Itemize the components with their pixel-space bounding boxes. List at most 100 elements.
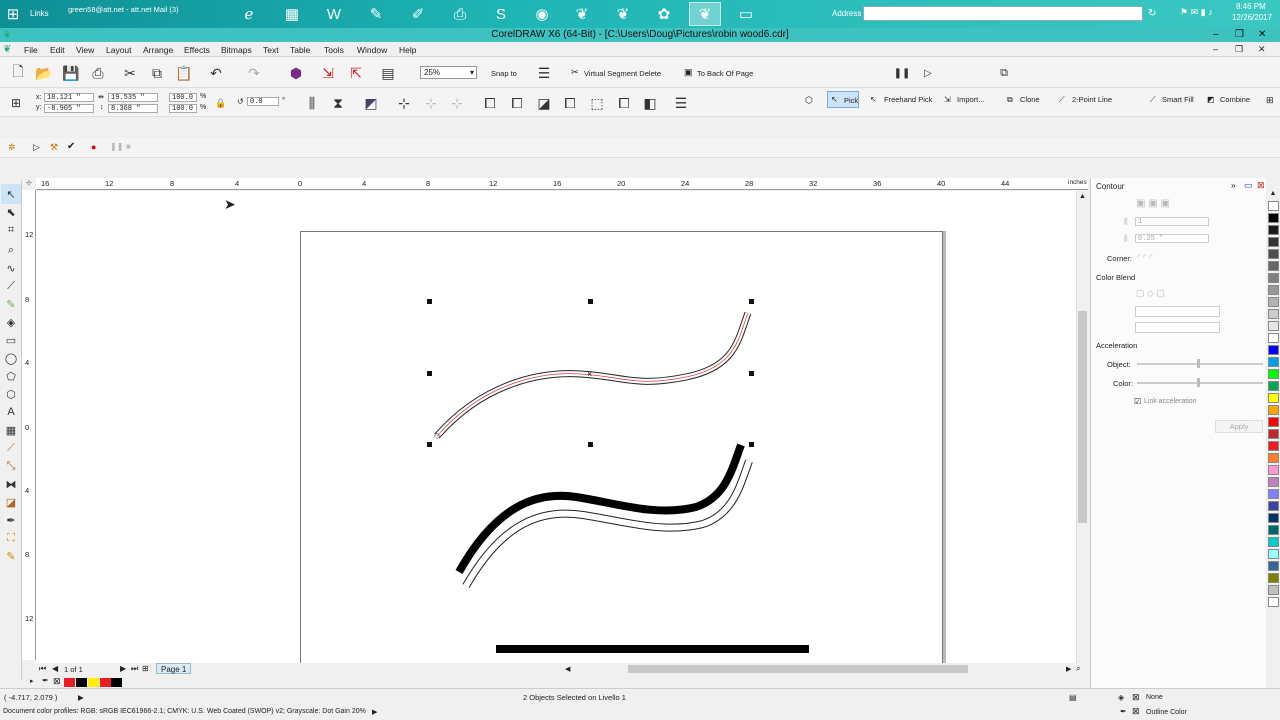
doc-restore-icon[interactable]: ❐	[1235, 44, 1243, 55]
print-icon[interactable]: ⎙	[88, 63, 108, 83]
fill-indicator-icon[interactable]: ◈	[1118, 693, 1124, 702]
copy-icon[interactable]: ⧉	[147, 63, 167, 83]
menu-bitmaps[interactable]: Bitmaps	[221, 45, 252, 55]
address-input[interactable]	[863, 6, 1143, 21]
menu-arrange[interactable]: Arrange	[143, 45, 173, 55]
pick-button[interactable]: ↖ Pick	[827, 91, 859, 108]
snagit-icon[interactable]: S	[485, 2, 517, 26]
macro-check-icon[interactable]: ✔	[67, 141, 75, 152]
scroll-up-icon[interactable]: ▲	[1079, 193, 1086, 200]
smart-fill-button[interactable]: Smart Fill	[1162, 95, 1194, 104]
scroll-left-icon[interactable]: ◀	[565, 665, 570, 673]
palette-swatch[interactable]	[1267, 369, 1279, 379]
close-icon[interactable]: ✕	[1258, 28, 1266, 42]
notepad-icon[interactable]: ▭	[730, 2, 762, 26]
front-minus-back-icon[interactable]: ⬚	[587, 93, 607, 113]
clock-date[interactable]: 12/26/2017	[1232, 13, 1272, 22]
zoom-tool-icon[interactable]: ⌕	[1, 240, 21, 260]
add-page-icon[interactable]: ⊞	[142, 664, 149, 673]
refresh-icon[interactable]: ↻	[1148, 8, 1156, 19]
zoom-navigator-icon[interactable]: ⌕	[1076, 664, 1080, 674]
menu-text[interactable]: Text	[263, 45, 279, 55]
menu-layout[interactable]: Layout	[106, 45, 132, 55]
freehand-pick-button[interactable]: Freehand Pick	[884, 95, 932, 104]
selection-handle[interactable]	[749, 299, 754, 304]
profiles-arrow-icon[interactable]: ▶	[372, 708, 377, 716]
palette-swatch[interactable]	[1267, 441, 1279, 451]
ungroup-all-icon[interactable]: ⊹	[447, 93, 467, 113]
to-back-of-page-button[interactable]: To Back Of Page	[697, 69, 753, 78]
horizontal-scroll-thumb[interactable]	[628, 665, 968, 673]
palette-swatch[interactable]	[1267, 393, 1279, 403]
color-profiles-text[interactable]: Document color profiles: RGB: sRGB IEC61…	[3, 708, 366, 715]
rectangle-tool-icon[interactable]: ▭	[1, 330, 21, 350]
coreldraw-icon-2[interactable]: ❦	[607, 2, 639, 26]
palette-swatch[interactable]	[1267, 297, 1279, 307]
clone-button[interactable]: Clone	[1020, 95, 1040, 104]
two-point-line-button[interactable]: 2-Point Line	[1072, 95, 1112, 104]
outline-tool-icon[interactable]: ✎	[1, 546, 21, 566]
selection-handle[interactable]	[749, 442, 754, 447]
vertical-ruler[interactable]: 12 8 4 0 4 8 12	[22, 190, 36, 660]
tray-icons[interactable]: ⚑ ✉ ▮ ♪	[1180, 7, 1213, 18]
selection-handle[interactable]	[427, 299, 432, 304]
contour-to-center-icon[interactable]: ▣ ▣ ▣	[1136, 198, 1170, 209]
connector-tool-icon[interactable]: ⤡	[1, 456, 21, 476]
publish-pdf-icon[interactable]: ▤	[378, 63, 398, 83]
save-icon[interactable]: 💾	[61, 63, 81, 83]
weld-icon[interactable]: ⧠	[480, 93, 500, 113]
blend-tool-icon[interactable]: ⧓	[1, 474, 21, 494]
windows-start-icon[interactable]: ⊞	[2, 2, 24, 26]
palette-swatch[interactable]	[1267, 585, 1279, 595]
new-document-icon[interactable]: 🗋	[8, 63, 28, 83]
import-button[interactable]: Import...	[957, 95, 985, 104]
palette-swatch[interactable]	[1267, 357, 1279, 367]
fill-tool-icon[interactable]: ⛶	[1, 528, 21, 548]
artwork-svg[interactable]: ◇ ×	[36, 191, 1076, 663]
horizontal-ruler[interactable]: ⊹ 16 12 8 4 0 4 8 12 16 20 24 28 32 36 4…	[26, 178, 1088, 190]
vertical-scroll-thumb[interactable]	[1078, 311, 1087, 523]
ellipse-tool-icon[interactable]: ◯	[1, 348, 21, 368]
bezier-tool-icon[interactable]: ⟋	[1, 276, 21, 296]
zoom-level-select[interactable]: 25% ▾	[420, 66, 477, 79]
shape-tool-icon[interactable]: ⬡	[805, 95, 813, 106]
corel-photo-icon[interactable]: ✿	[648, 2, 680, 26]
menu-table[interactable]: Table	[290, 45, 310, 55]
link-acceleration-checkbox[interactable]: ☑	[1134, 397, 1141, 406]
clock-time[interactable]: 8:46 PM	[1236, 2, 1266, 11]
scale-height-field[interactable]: 100.0	[169, 104, 197, 113]
doc-palette-red-2[interactable]	[100, 678, 111, 687]
text-tool-icon[interactable]: A	[1, 402, 21, 422]
palette-swatch[interactable]	[1267, 261, 1279, 271]
menu-view[interactable]: View	[76, 45, 94, 55]
black-bar-rectangle[interactable]	[496, 645, 809, 653]
palette-swatch[interactable]	[1267, 345, 1279, 355]
selection-handle[interactable]	[588, 299, 593, 304]
docker-expand-icon[interactable]: »	[1231, 181, 1235, 190]
prev-page-icon[interactable]: ◀	[52, 664, 58, 673]
palette-swatch[interactable]	[1267, 309, 1279, 319]
ie-icon[interactable]: ℯ	[233, 2, 265, 26]
last-page-icon[interactable]: ⏭	[131, 664, 138, 674]
palette-swatch[interactable]	[1267, 273, 1279, 283]
open-icon[interactable]: 📂	[34, 63, 54, 83]
doc-close-icon[interactable]: ✕	[1258, 44, 1266, 55]
printer-taskbar-icon[interactable]: ⎙	[444, 2, 476, 26]
ungroup-icon[interactable]: ⊹	[421, 93, 441, 113]
paste-icon[interactable]: 📋	[174, 63, 194, 83]
more-icon[interactable]: ⊞	[1266, 95, 1274, 106]
mail-taskbar-item[interactable]: green58@att.net - att.net Mail (3)	[68, 5, 218, 14]
align-icon[interactable]: ⊹	[394, 93, 414, 113]
scroll-right-icon[interactable]: ▶	[1066, 665, 1071, 673]
height-field[interactable]: 8.368 "	[108, 104, 158, 113]
palette-swatch[interactable]	[1267, 501, 1279, 511]
simplify-icon[interactable]: ⧠	[560, 93, 580, 113]
basic-shapes-icon[interactable]: ⬡	[1, 384, 21, 404]
palette-scroll-up-icon[interactable]: ▲	[1266, 190, 1280, 197]
color-blend-icons[interactable]: ▢ ◇ ▢	[1136, 288, 1165, 299]
menu-window[interactable]: Window	[357, 45, 387, 55]
thick-black-curve[interactable]	[455, 443, 745, 574]
palette-swatch[interactable]	[1267, 525, 1279, 535]
palette-swatch[interactable]	[1267, 249, 1279, 259]
intersect-icon[interactable]: ◪	[534, 93, 554, 113]
